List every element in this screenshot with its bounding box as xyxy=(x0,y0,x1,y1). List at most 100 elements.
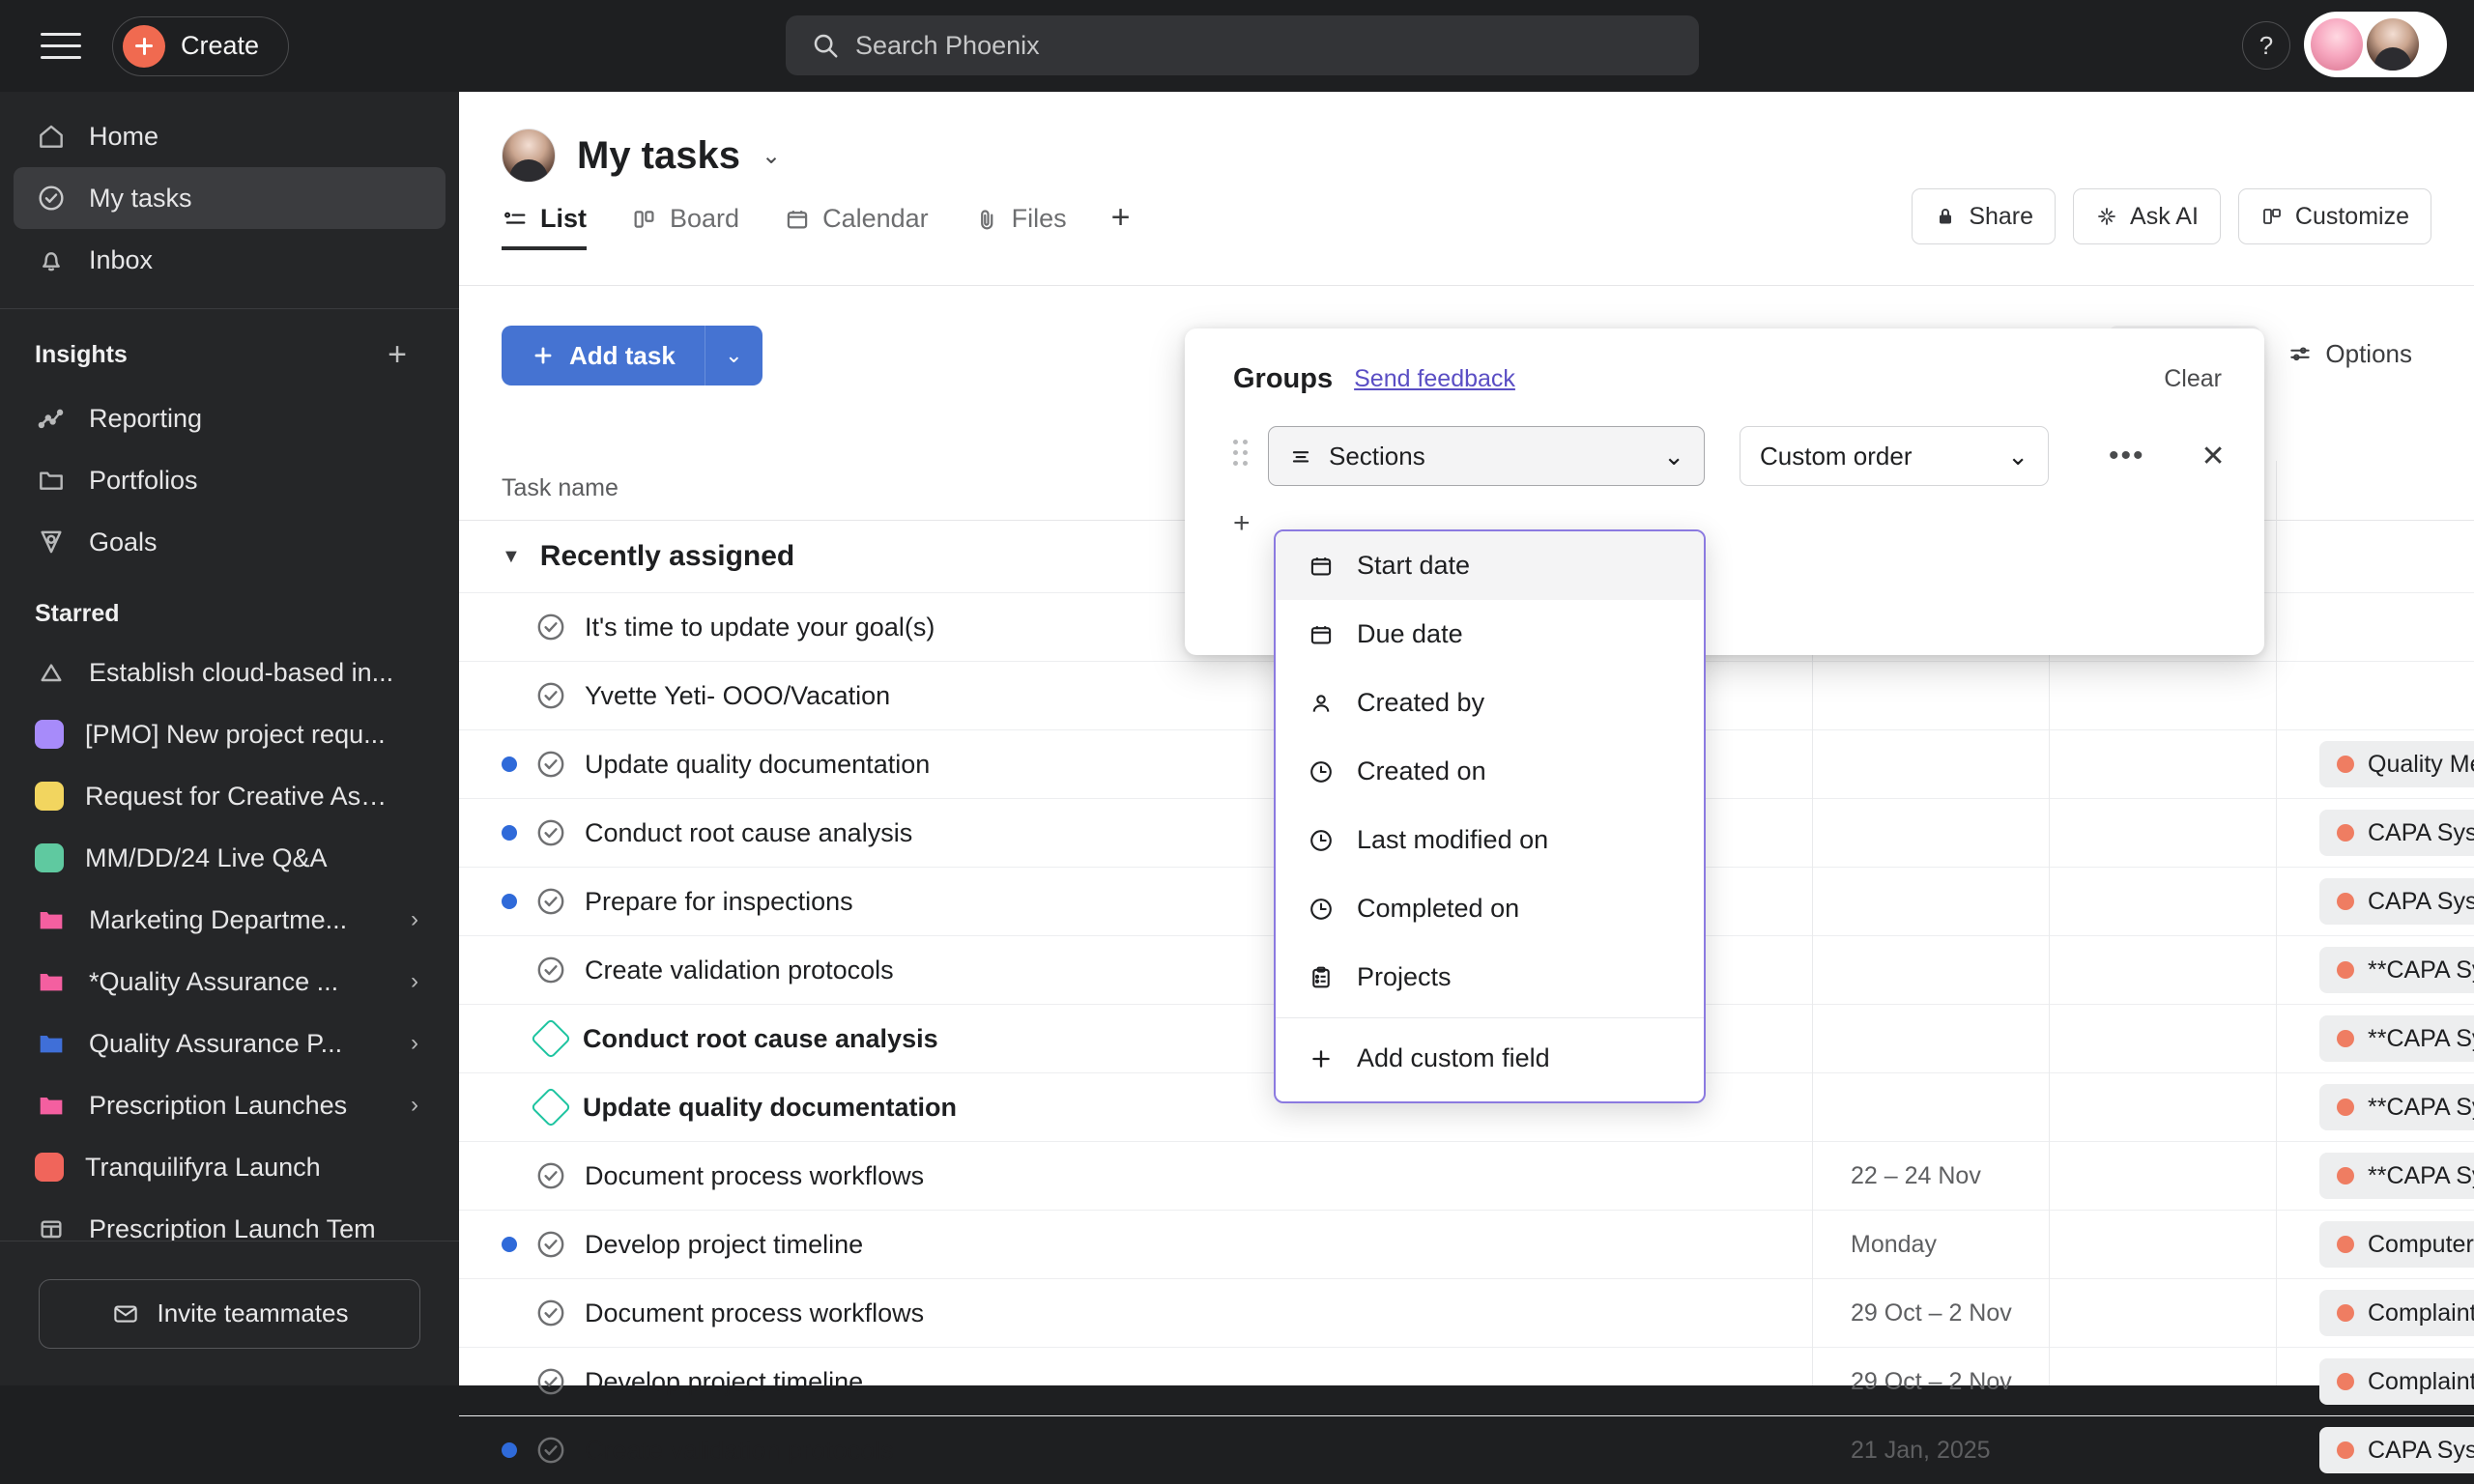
complete-task-icon[interactable] xyxy=(534,1297,567,1329)
task-project-cell[interactable]: CAPA System Upgrade xyxy=(2319,810,2474,856)
task-name[interactable]: Update quality documentation xyxy=(583,1093,957,1123)
complete-task-icon[interactable] xyxy=(534,1434,567,1467)
add-insight-button[interactable]: + xyxy=(388,336,424,374)
task-date-cell[interactable]: 22 – 24 Nov xyxy=(1851,1162,2073,1190)
sidebar-item-starred-1[interactable]: [PMO] New project requ... xyxy=(14,703,446,765)
task-name[interactable]: Document process workflows xyxy=(585,1298,924,1328)
ask-ai-button[interactable]: Ask AI xyxy=(2073,188,2221,244)
sidebar-item-home[interactable]: Home xyxy=(14,105,446,167)
complete-task-icon[interactable] xyxy=(534,1159,567,1192)
more-options-icon[interactable]: ••• xyxy=(2101,440,2153,472)
table-row[interactable]: Document process workflows 29 Oct – 2 Nov… xyxy=(459,1278,2474,1347)
chevron-right-icon[interactable]: › xyxy=(411,1092,424,1119)
project-chip[interactable]: CAPA System Upgrade xyxy=(2319,878,2474,925)
task-name[interactable]: Yvette Yeti- OOO/Vacation xyxy=(585,681,890,711)
project-chip[interactable]: Computer System Vali... xyxy=(2319,1221,2474,1268)
help-icon[interactable]: ? xyxy=(2242,21,2290,70)
dropdown-item-last-modified-on[interactable]: Last modified on xyxy=(1276,806,1704,874)
project-chip[interactable]: **CAPA System Upgra... xyxy=(2319,1084,2474,1130)
dropdown-item-due-date[interactable]: Due date xyxy=(1276,600,1704,669)
milestone-icon[interactable] xyxy=(530,1017,572,1060)
dropdown-item-created-on[interactable]: Created on xyxy=(1276,737,1704,806)
task-name[interactable]: Document process workflows xyxy=(585,1161,924,1191)
task-date-cell[interactable]: Monday xyxy=(1851,1231,2073,1259)
project-chip[interactable]: CAPA System Upgrade xyxy=(2319,810,2474,856)
task-project-cell[interactable]: **CAPA System Upgra... xyxy=(2319,947,2474,993)
sidebar-item-starred-2[interactable]: Request for Creative Ass... xyxy=(14,765,446,827)
task-date-cell[interactable]: 21 Jan, 2025 xyxy=(1851,1437,2073,1465)
tab-calendar[interactable]: Calendar xyxy=(784,204,929,250)
project-chip[interactable]: Quality Metrics Dashb... xyxy=(2319,741,2474,787)
table-row[interactable]: Create validation protocols 21 Jan, 2025 C… xyxy=(459,1415,2474,1484)
chevron-right-icon[interactable]: › xyxy=(411,968,424,995)
chevron-right-icon[interactable]: › xyxy=(411,1030,424,1057)
dropdown-item-projects[interactable]: Projects xyxy=(1276,943,1704,1012)
add-view-button[interactable]: + xyxy=(1111,199,1131,250)
group-order-select[interactable]: Custom order ⌄ xyxy=(1740,426,2049,486)
complete-task-icon[interactable] xyxy=(534,1228,567,1261)
drag-handle-icon[interactable] xyxy=(1233,440,1251,472)
project-chip[interactable]: CAPA System Upgrade xyxy=(2319,1427,2474,1473)
invite-teammates-button[interactable]: Invite teammates xyxy=(39,1278,420,1349)
complete-task-icon[interactable] xyxy=(534,748,567,781)
table-row[interactable]: Develop project timeline 29 Oct – 2 Nov Co… xyxy=(459,1347,2474,1415)
sidebar-item-starred-7[interactable]: Prescription Launches › xyxy=(14,1074,446,1136)
project-chip[interactable]: Complaints Investigati... xyxy=(2319,1290,2474,1336)
dropdown-item-start-date[interactable]: Start date xyxy=(1276,531,1704,600)
add-custom-field-item[interactable]: Add custom field xyxy=(1276,1024,1704,1093)
table-row[interactable]: Develop project timeline Monday Computer S… xyxy=(459,1210,2474,1278)
group-field-select[interactable]: Sections ⌄ xyxy=(1268,426,1705,486)
task-name[interactable]: Prepare for inspections xyxy=(585,887,853,917)
tab-list[interactable]: List xyxy=(502,204,588,250)
task-date-cell[interactable]: 29 Oct – 2 Nov xyxy=(1851,1368,2073,1396)
task-project-cell[interactable]: CAPA System Upgrade xyxy=(2319,878,2474,925)
tab-board[interactable]: Board xyxy=(631,204,739,250)
send-feedback-link[interactable]: Send feedback xyxy=(1354,365,1515,393)
customize-button[interactable]: Customize xyxy=(2237,188,2431,244)
dropdown-item-completed-on[interactable]: Completed on xyxy=(1276,874,1704,943)
task-name[interactable]: Create validation protocols xyxy=(585,1436,894,1466)
task-project-cell[interactable]: **CAPA System Upgra... xyxy=(2319,1015,2474,1062)
project-chip[interactable]: Complaints Investigati... xyxy=(2319,1358,2474,1405)
add-task-dropdown-button[interactable]: ⌄ xyxy=(704,326,762,385)
add-task-button[interactable]: Add task xyxy=(502,326,705,385)
profile-menu[interactable] xyxy=(2304,12,2447,77)
task-project-cell[interactable]: CAPA System Upgrade xyxy=(2319,1427,2474,1473)
milestone-icon[interactable] xyxy=(530,1086,572,1128)
task-project-cell[interactable]: **CAPA System Upgra... xyxy=(2319,1084,2474,1130)
hamburger-icon[interactable] xyxy=(41,30,81,63)
clear-button[interactable]: Clear xyxy=(2164,365,2222,393)
sidebar-item-portfolios[interactable]: Portfolios xyxy=(14,449,446,511)
complete-task-icon[interactable] xyxy=(534,816,567,849)
task-project-cell[interactable]: Computer System Vali... xyxy=(2319,1221,2474,1268)
sidebar-item-starred-0[interactable]: Establish cloud-based in... xyxy=(14,642,446,703)
chevron-right-icon[interactable]: › xyxy=(411,906,424,933)
complete-task-icon[interactable] xyxy=(534,611,567,643)
sidebar-item-starred-5[interactable]: *Quality Assurance ... › xyxy=(14,951,446,1013)
task-name[interactable]: Develop project timeline xyxy=(585,1230,863,1260)
sidebar-item-reporting[interactable]: Reporting xyxy=(14,387,446,449)
chevron-down-icon[interactable]: ⌄ xyxy=(762,142,781,170)
table-row[interactable]: Document process workflows 22 – 24 Nov **C… xyxy=(459,1141,2474,1210)
task-name[interactable]: Update quality documentation xyxy=(585,750,930,780)
project-chip[interactable]: **CAPA System Upgra... xyxy=(2319,947,2474,993)
search-bar[interactable] xyxy=(786,15,1699,75)
complete-task-icon[interactable] xyxy=(534,954,567,986)
task-name[interactable]: Conduct root cause analysis xyxy=(585,818,912,848)
task-name[interactable]: Develop project timeline xyxy=(585,1367,863,1397)
sidebar-item-starred-4[interactable]: Marketing Departme... › xyxy=(14,889,446,951)
share-button[interactable]: Share xyxy=(1912,188,2057,244)
complete-task-icon[interactable] xyxy=(534,1365,567,1398)
task-name[interactable]: It's time to update your goal(s) xyxy=(585,613,935,642)
task-name[interactable]: Conduct root cause analysis xyxy=(583,1024,938,1054)
complete-task-icon[interactable] xyxy=(534,885,567,918)
task-project-cell[interactable]: Quality Metrics Dashb... xyxy=(2319,741,2474,787)
task-project-cell[interactable]: Complaints Investigati... xyxy=(2319,1290,2474,1336)
sidebar-item-inbox[interactable]: Inbox xyxy=(14,229,446,291)
sidebar-item-my-tasks[interactable]: My tasks xyxy=(14,167,446,229)
chevron-down-icon[interactable]: ▼ xyxy=(502,546,521,568)
project-chip[interactable]: **CAPA System Upgra... xyxy=(2319,1015,2474,1062)
task-project-cell[interactable]: Complaints Investigati... xyxy=(2319,1358,2474,1405)
sidebar-item-starred-3[interactable]: MM/DD/24 Live Q&A xyxy=(14,827,446,889)
dropdown-item-created-by[interactable]: Created by xyxy=(1276,669,1704,737)
